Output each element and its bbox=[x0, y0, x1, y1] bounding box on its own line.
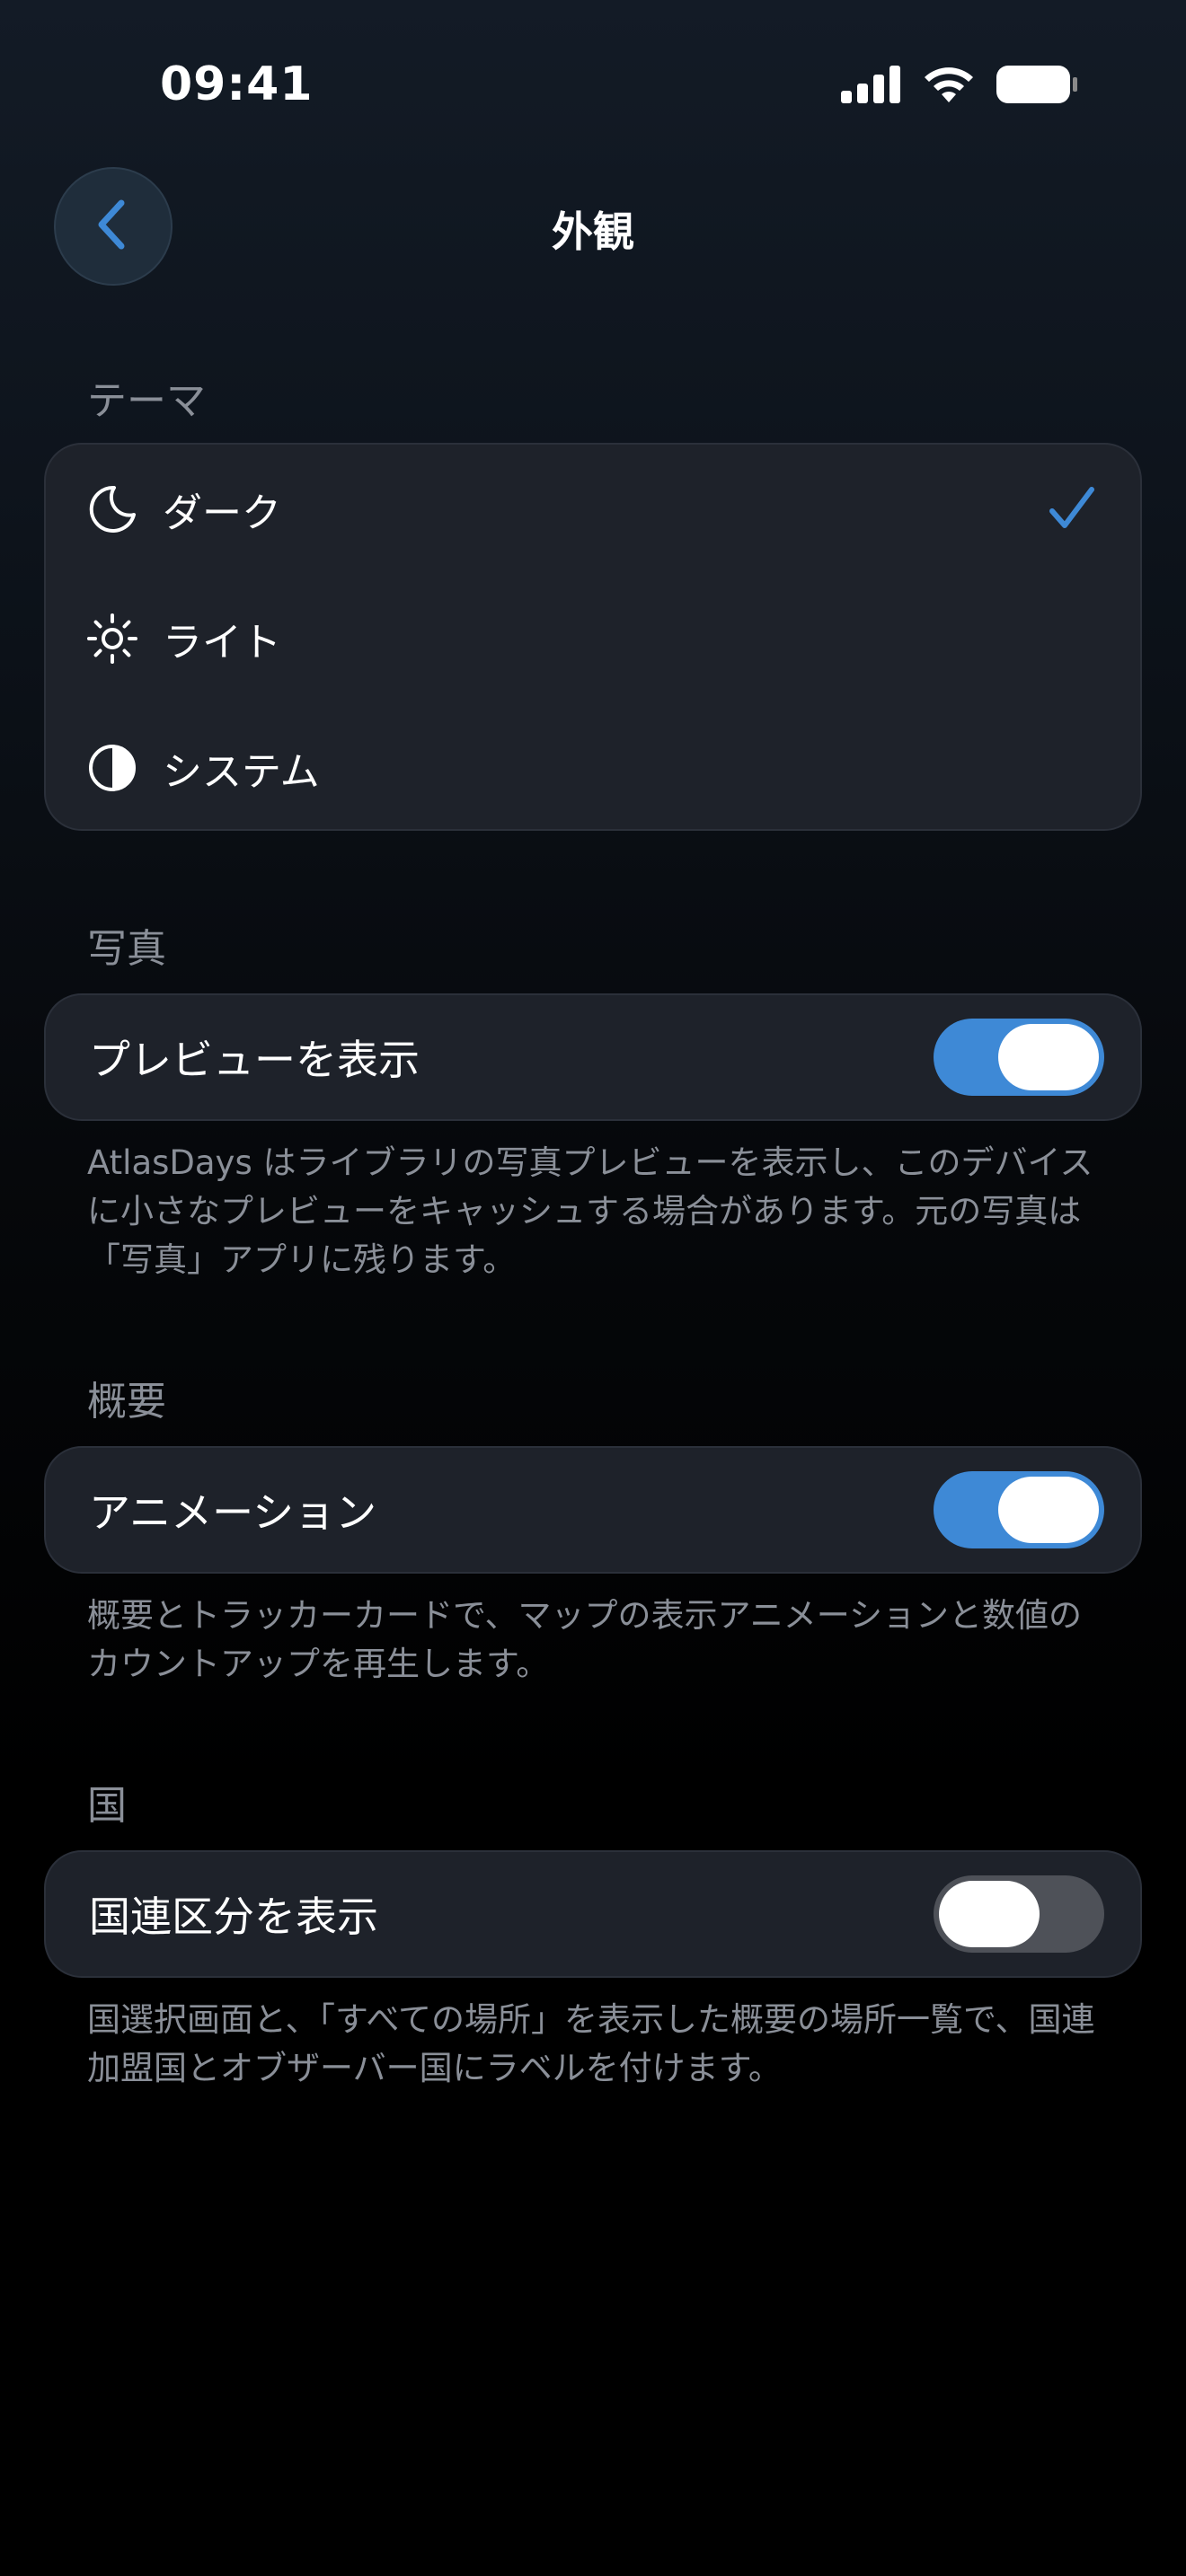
un-classification-label: 国連区分を表示 bbox=[89, 1892, 378, 1941]
section-header-photos: 写真 bbox=[87, 926, 166, 972]
theme-option-dark[interactable]: ダーク bbox=[46, 445, 1140, 574]
toggle-knob bbox=[998, 1024, 1099, 1090]
checkmark-icon bbox=[1047, 484, 1097, 534]
half-circle-icon bbox=[87, 743, 137, 793]
un-classification-row: 国連区分を表示 bbox=[46, 1852, 1140, 1976]
animation-toggle[interactable] bbox=[934, 1471, 1104, 1548]
animation-label: アニメーション bbox=[89, 1488, 377, 1537]
un-classification-toggle[interactable] bbox=[934, 1875, 1104, 1953]
section-header-overview: 概要 bbox=[87, 1379, 166, 1425]
wifi-icon bbox=[922, 65, 976, 108]
theme-option-label: ライト bbox=[163, 620, 281, 666]
toggle-knob bbox=[998, 1477, 1099, 1543]
moon-icon bbox=[87, 484, 137, 534]
show-preview-row: プレビューを表示 bbox=[46, 995, 1140, 1119]
country-footnote: 国選択画面と、「すべての場所」を表示した概要の場所一覧で、国連加盟国とオブザーバ… bbox=[87, 2000, 1095, 2087]
theme-option-system[interactable]: システム bbox=[46, 703, 1140, 833]
section-header-country: 国 bbox=[87, 1783, 127, 1829]
section-header-theme: テーマ bbox=[87, 378, 206, 424]
overview-footnote: 概要とトラッカーカードで、マップの表示アニメーションと数値のカウントアップを再生… bbox=[87, 1596, 1083, 1683]
country-card: 国連区分を表示 bbox=[44, 1850, 1142, 1978]
theme-option-light[interactable]: ライト bbox=[46, 574, 1140, 703]
page-title: 外観 bbox=[552, 207, 634, 256]
photos-card: プレビューを表示 bbox=[44, 993, 1142, 1121]
sun-icon bbox=[87, 613, 137, 664]
overview-card: アニメーション bbox=[44, 1446, 1142, 1574]
status-icons bbox=[841, 65, 1078, 108]
toggle-knob bbox=[939, 1881, 1040, 1947]
show-preview-label: プレビューを表示 bbox=[89, 1036, 420, 1084]
status-bar: 09:41 bbox=[0, 0, 1186, 171]
battery-icon bbox=[996, 65, 1078, 108]
theme-option-label: ダーク bbox=[163, 490, 281, 536]
cellular-signal-icon bbox=[841, 66, 902, 107]
status-time: 09:41 bbox=[160, 57, 314, 111]
photos-footnote: AtlasDays はライブラリの写真プレビューを表示し、このデバイスに小さなプ… bbox=[87, 1143, 1093, 1279]
show-preview-toggle[interactable] bbox=[934, 1019, 1104, 1096]
theme-option-label: システム bbox=[163, 749, 320, 795]
animation-row: アニメーション bbox=[46, 1448, 1140, 1572]
theme-card: ダーク ライト システム bbox=[44, 443, 1142, 831]
